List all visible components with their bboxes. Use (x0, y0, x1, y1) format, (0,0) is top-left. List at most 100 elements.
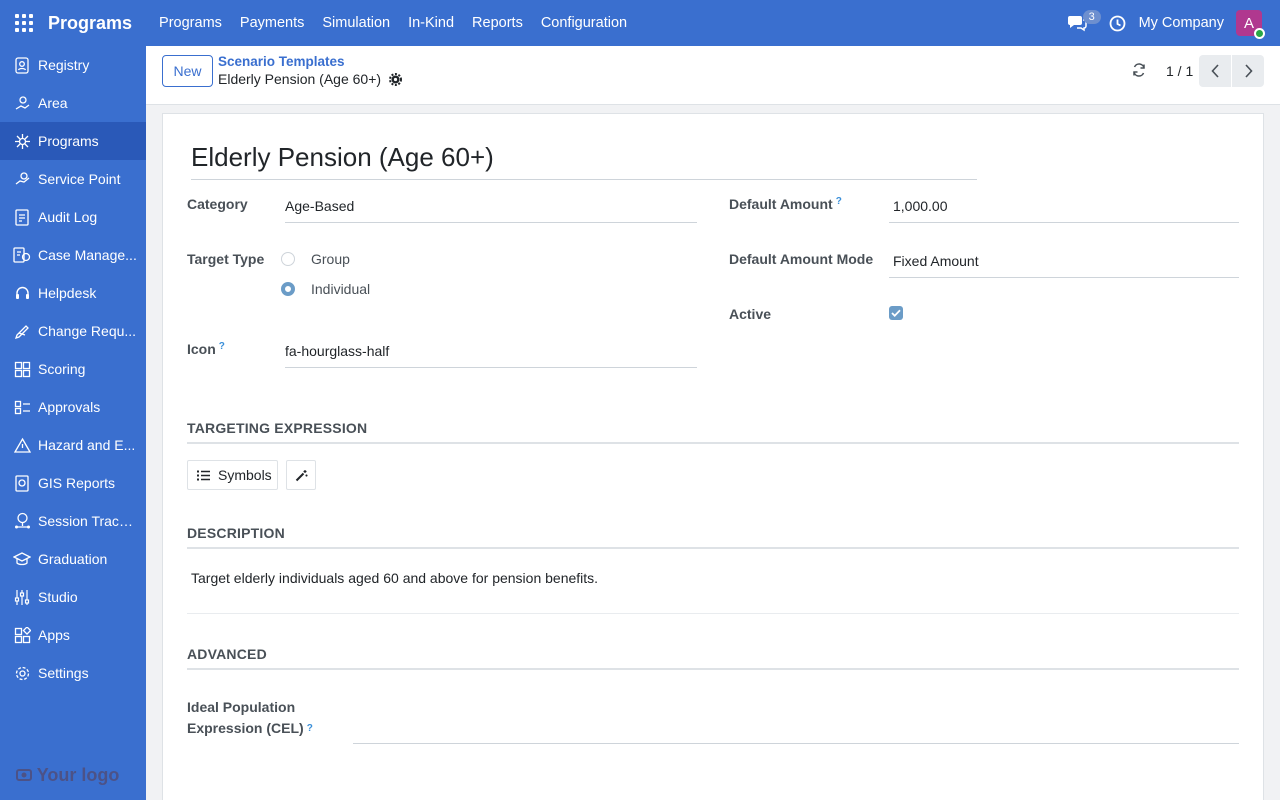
sidebar-item-change-request[interactable]: Change Requ... (0, 312, 146, 350)
icon-label: Icon? (187, 341, 225, 357)
sidebar-item-label: Approvals (38, 399, 101, 415)
programs-icon (12, 131, 32, 151)
service-point-icon (12, 169, 32, 189)
sidebar-item-registry[interactable]: Registry (0, 46, 146, 84)
advanced-section: ADVANCED (187, 646, 1239, 670)
ideal-population-label: Ideal Population Expression (CEL)? (187, 697, 337, 739)
sidebar-item-label: Session Tracki... (38, 513, 138, 529)
apps-icon (12, 625, 32, 645)
app-brand[interactable]: Programs (48, 13, 132, 34)
refresh-icon[interactable] (1132, 63, 1146, 80)
activity-clock-icon[interactable] (1103, 15, 1133, 32)
menu-reports[interactable]: Reports (463, 15, 532, 31)
menu-payments[interactable]: Payments (231, 15, 313, 31)
list-icon (197, 470, 210, 480)
breadcrumb-parent-link[interactable]: Scenario Templates (218, 54, 345, 69)
icon-field[interactable]: fa-hourglass-half (285, 343, 697, 368)
sidebar-item-area[interactable]: Area (0, 84, 146, 122)
sidebar-item-label: Case Manage... (38, 247, 137, 263)
control-panel: New Scenario Templates Elderly Pension (… (146, 46, 1280, 105)
sidebar-item-settings[interactable]: Settings (0, 654, 146, 692)
audit-log-icon (12, 207, 32, 227)
icon-label-text: Icon (187, 341, 216, 357)
default-amount-label: Default Amount? (729, 196, 842, 212)
sidebar-item-studio[interactable]: Studio (0, 578, 146, 616)
active-checkbox[interactable] (889, 306, 903, 320)
target-type-group-radio[interactable]: Group (281, 251, 350, 267)
help-tooltip-icon[interactable]: ? (307, 723, 313, 734)
sidebar-item-session-tracking[interactable]: Session Tracki... (0, 502, 146, 540)
messages-button[interactable]: 3 (1059, 0, 1101, 46)
user-avatar[interactable]: A (1236, 10, 1265, 39)
sidebar-item-label: Audit Log (38, 209, 98, 225)
sidebar-item-label: Service Point (38, 171, 121, 187)
breadcrumb-current: Elderly Pension (Age 60+) (218, 71, 382, 87)
default-amount-mode-field[interactable]: Fixed Amount (889, 253, 1239, 278)
pager-value[interactable]: 1 / 1 (1166, 63, 1193, 79)
gear-icon[interactable] (389, 72, 403, 86)
menu-in-kind[interactable]: In-Kind (399, 15, 463, 31)
sidebar: Registry Area Programs Service Point Aud… (0, 46, 146, 800)
sidebar-item-label: GIS Reports (38, 475, 116, 491)
session-tracking-icon (12, 511, 32, 531)
pager-previous-button[interactable] (1199, 55, 1231, 87)
sidebar-item-scoring[interactable]: Scoring (0, 350, 146, 388)
gear-icon (12, 663, 32, 683)
record-title-field[interactable]: Elderly Pension (Age 60+) (191, 142, 977, 180)
menu-simulation[interactable]: Simulation (313, 15, 399, 31)
category-label: Category (187, 196, 248, 212)
sidebar-item-label: Apps (38, 627, 70, 643)
description-section: DESCRIPTION (187, 525, 1239, 549)
sidebar-item-helpdesk[interactable]: Helpdesk (0, 274, 146, 312)
avatar-letter: A (1243, 14, 1254, 32)
chevron-right-icon (1244, 64, 1253, 78)
sidebar-item-label: Scoring (38, 361, 86, 377)
default-amount-mode-label: Default Amount Mode (729, 251, 874, 267)
sidebar-item-graduation[interactable]: Graduation (0, 540, 146, 578)
pager-next-button[interactable] (1232, 55, 1264, 87)
registry-icon (12, 55, 32, 75)
sidebar-item-label: Area (38, 95, 68, 111)
menu-configuration[interactable]: Configuration (532, 15, 636, 31)
magic-wand-button[interactable] (286, 460, 316, 490)
logo-icon (16, 769, 32, 781)
top-menu: Programs Payments Simulation In-Kind Rep… (150, 15, 636, 31)
sidebar-item-case-management[interactable]: Case Manage... (0, 236, 146, 274)
ideal-population-field[interactable] (353, 743, 1239, 744)
default-amount-label-text: Default Amount (729, 196, 833, 212)
symbols-button[interactable]: Symbols (187, 460, 278, 490)
sidebar-item-audit-log[interactable]: Audit Log (0, 198, 146, 236)
company-logo: Your logo (16, 765, 119, 786)
new-button[interactable]: New (162, 55, 213, 87)
ideal-population-label-text: Ideal Population Expression (CEL) (187, 699, 304, 736)
target-type-individual-radio[interactable]: Individual (281, 281, 370, 297)
help-tooltip-icon[interactable]: ? (219, 341, 225, 352)
hazard-icon (12, 435, 32, 455)
sidebar-item-apps[interactable]: Apps (0, 616, 146, 654)
sidebar-item-hazard[interactable]: Hazard and E... (0, 426, 146, 464)
sidebar-item-label: Programs (38, 133, 99, 149)
radio-checked-icon (281, 282, 295, 296)
sidebar-item-gis-reports[interactable]: GIS Reports (0, 464, 146, 502)
default-amount-field[interactable]: 1,000.00 (889, 198, 1239, 223)
target-type-label: Target Type (187, 251, 265, 267)
sidebar-item-label: Helpdesk (38, 285, 97, 301)
description-field[interactable]: Target elderly individuals aged 60 and a… (191, 570, 598, 586)
sidebar-item-service-point[interactable]: Service Point (0, 160, 146, 198)
app-grid-icon[interactable] (0, 0, 48, 46)
help-tooltip-icon[interactable]: ? (836, 196, 842, 207)
sidebar-item-approvals[interactable]: Approvals (0, 388, 146, 426)
breadcrumb: Elderly Pension (Age 60+) (218, 71, 403, 87)
gis-reports-icon (12, 473, 32, 493)
magic-wand-icon (295, 469, 307, 481)
sidebar-item-label: Hazard and E... (38, 437, 136, 453)
targeting-expression-section: TARGETING EXPRESSION (187, 420, 1239, 444)
radio-label: Individual (311, 281, 371, 297)
category-field[interactable]: Age-Based (285, 198, 697, 223)
menu-programs[interactable]: Programs (150, 15, 231, 31)
change-request-icon (12, 321, 32, 341)
sidebar-item-programs[interactable]: Programs (0, 122, 146, 160)
active-label: Active (729, 306, 772, 322)
company-switcher[interactable]: My Company (1139, 15, 1224, 31)
sidebar-item-label: Studio (38, 589, 78, 605)
